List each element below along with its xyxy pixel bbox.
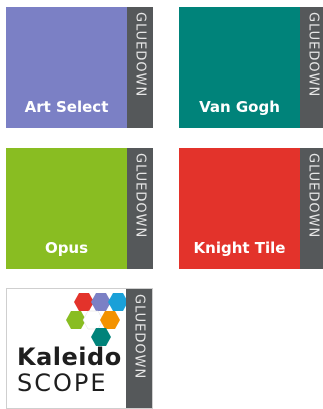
tile-van-gogh[interactable]: Van Gogh GLUEDOWN xyxy=(179,7,323,128)
tile-label: Knight Tile xyxy=(193,239,286,257)
tile-label: Opus xyxy=(44,239,89,257)
strip-label: GLUEDOWN xyxy=(305,12,321,98)
tile-knight-tile[interactable]: Knight Tile GLUEDOWN xyxy=(179,148,323,269)
kaleido-wordmark: Kaleido xyxy=(17,343,122,371)
gluedown-strip: GLUEDOWN xyxy=(300,7,323,128)
strip-label: GLUEDOWN xyxy=(305,153,321,239)
tile-label: Art Select xyxy=(24,98,109,116)
gluedown-strip: GLUEDOWN xyxy=(127,148,153,269)
gluedown-strip: GLUEDOWN xyxy=(127,7,153,128)
kaleidoscope-logo-icon xyxy=(66,293,128,346)
tile-kaleidoscope[interactable]: Kaleido SCOPE GLUEDOWN xyxy=(6,288,153,409)
tile-opus[interactable]: Opus GLUEDOWN xyxy=(6,148,153,269)
tile-label: Van Gogh xyxy=(199,98,280,116)
strip-label: GLUEDOWN xyxy=(132,153,148,239)
scope-wordmark: SCOPE xyxy=(17,369,108,397)
gluedown-strip: GLUEDOWN xyxy=(300,148,323,269)
gluedown-strip: GLUEDOWN xyxy=(126,289,152,408)
strip-label: GLUEDOWN xyxy=(131,294,147,380)
tile-art-select[interactable]: Art Select GLUEDOWN xyxy=(6,7,153,128)
strip-label: GLUEDOWN xyxy=(132,12,148,98)
